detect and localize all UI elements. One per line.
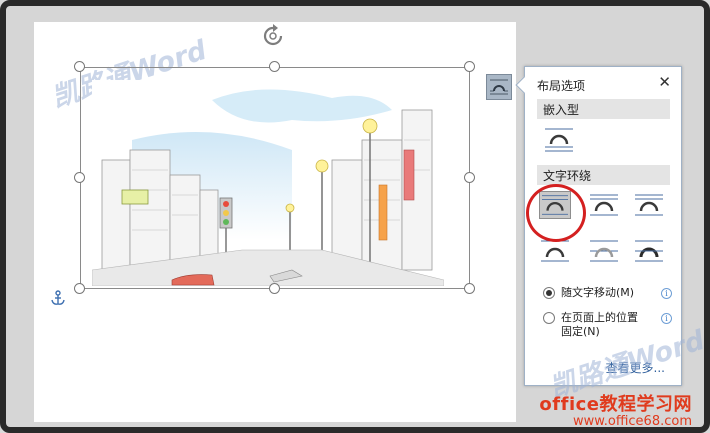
layout-options-icon (490, 79, 508, 95)
info-icon[interactable]: i (661, 313, 672, 324)
wrap-option-inline[interactable] (543, 125, 575, 153)
wrap-option-behind-text[interactable] (588, 237, 620, 265)
radio-fix-position[interactable] (543, 312, 555, 324)
site-url: www.office68.com (573, 414, 692, 429)
panel-pointer (515, 76, 533, 94)
rotate-icon[interactable] (260, 24, 286, 50)
resize-handle-bottom[interactable] (269, 283, 280, 294)
anchor-icon[interactable] (50, 290, 66, 306)
resize-handle-bottom-left[interactable] (74, 283, 85, 294)
section-text-wrap: 文字环绕 (537, 165, 670, 185)
wrap-option-tight[interactable] (588, 191, 620, 219)
site-brand: office教程学习网 www.office68.com (539, 390, 692, 429)
panel-title: 布局选项 (537, 79, 586, 93)
radio-fix-position-label-line2: 固定(N) (561, 325, 600, 338)
resize-handle-top-right[interactable] (464, 61, 475, 72)
resize-handle-top[interactable] (269, 61, 280, 72)
highlight-circle (526, 184, 586, 242)
info-icon[interactable]: i (661, 288, 672, 299)
radio-move-with-text[interactable] (543, 287, 555, 299)
section-inline: 嵌入型 (537, 99, 670, 119)
wrap-option-through[interactable] (633, 191, 665, 219)
radio-fix-position-label: 在页面上的位置 固定(N) (561, 311, 638, 339)
radio-fix-position-label-line1: 在页面上的位置 (561, 311, 638, 324)
close-icon[interactable]: ✕ (658, 73, 671, 91)
resize-handle-top-left[interactable] (74, 61, 85, 72)
resize-handle-left[interactable] (74, 172, 85, 183)
wrap-option-in-front-of-text[interactable] (633, 237, 665, 265)
resize-handle-bottom-right[interactable] (464, 283, 475, 294)
resize-handle-right[interactable] (464, 172, 475, 183)
site-name: office教程学习网 (539, 394, 692, 415)
radio-move-with-text-label: 随文字移动(M) (561, 286, 635, 299)
layout-options-button[interactable] (486, 74, 512, 100)
selection-frame (80, 67, 470, 289)
app-window: 凯路通Word 布局选项 ✕ 嵌入型 文字环绕 随文字移动(M) i 在页面上的… (0, 0, 710, 433)
